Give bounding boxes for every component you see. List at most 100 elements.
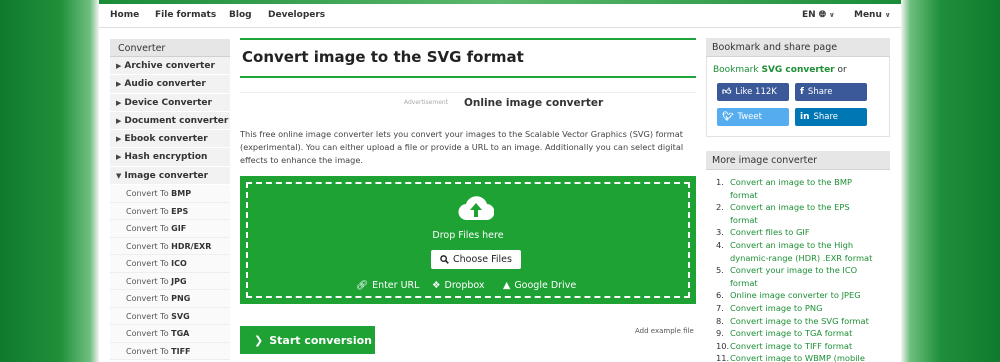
add-example-file-link[interactable]: Add example file <box>635 327 694 335</box>
more-converter-link[interactable]: Convert your image to the ICO format <box>730 264 857 289</box>
sidebar-item-label: Document converter <box>124 115 229 126</box>
sidebar-subitem-svg[interactable]: Convert To SVG <box>110 307 230 326</box>
sidebar-item-label: Hash encryption <box>124 152 208 163</box>
subitem-format: SVG <box>171 311 190 321</box>
more-converter-link[interactable]: Convert image to the SVG format <box>730 315 869 328</box>
bookmark-or: or <box>837 65 847 75</box>
chevron-down-icon: ∨ <box>829 11 835 19</box>
caret-right-icon: ▶ <box>116 62 122 70</box>
enter-url-button[interactable]: 🔗︎ Enter URL <box>356 280 419 291</box>
like-label: Like 112K <box>735 87 777 97</box>
twitter-tweet-button[interactable]: 🐦︎ Tweet <box>717 108 789 126</box>
sidebar-item-archive[interactable]: ▶ Archive converter <box>110 57 230 76</box>
link-line: Convert your image to the ICO <box>730 265 858 276</box>
language-selector[interactable]: EN 🌐︎ ∨ <box>802 10 835 20</box>
more-converter-item[interactable]: 11. Convert image to WBMP (mobile <box>716 352 886 362</box>
more-converter-item[interactable]: 5. Convert your image to the ICO format <box>716 264 886 289</box>
subitem-format: TIFF <box>171 346 191 356</box>
top-navigation: Home File formats Blog Developers EN 🌐︎ ∨… <box>99 4 901 28</box>
facebook-share-button[interactable]: f Share <box>795 83 867 101</box>
sidebar-item-label: Archive converter <box>124 61 215 71</box>
menu-label: Menu <box>854 10 882 20</box>
more-converter-link[interactable]: Convert an image to the High dynamic-rang… <box>730 239 872 264</box>
nav-home[interactable]: Home <box>110 10 139 20</box>
list-number: 2. <box>716 202 724 213</box>
more-converter-link[interactable]: Convert image to PNG <box>730 302 823 315</box>
sidebar-item-audio[interactable]: ▶ Audio converter <box>110 75 230 94</box>
subitem-prefix: Convert To <box>126 329 169 339</box>
more-converter-link[interactable]: Convert image to TIFF format <box>730 340 852 353</box>
list-number: 7. <box>716 302 724 313</box>
dropzone-border: Drop Files here Choose Files 🔗︎ Enter URL… <box>246 182 690 298</box>
upload-dropzone[interactable]: Drop Files here Choose Files 🔗︎ Enter URL… <box>240 176 696 304</box>
nav-developers[interactable]: Developers <box>268 10 325 20</box>
subitem-prefix: Convert To <box>126 276 169 286</box>
sidebar-item-label: Ebook converter <box>124 134 208 145</box>
sidebar-subitem-hdr[interactable]: Convert To HDR/EXR <box>110 237 230 256</box>
choose-files-button[interactable]: Choose Files <box>431 250 521 269</box>
more-converter-item[interactable]: 3. Convert files to GIF <box>716 226 886 239</box>
bookmark-converter-link[interactable]: SVG converter <box>761 65 834 75</box>
facebook-like-button[interactable]: 👍︎ Like 112K <box>717 83 789 101</box>
subitem-prefix: Convert To <box>126 346 169 356</box>
language-label: EN <box>802 10 816 20</box>
more-converter-link[interactable]: Convert files to GIF <box>730 226 810 239</box>
caret-right-icon: ▶ <box>116 80 122 89</box>
main-content: Convert image to the SVG format Advertis… <box>240 38 696 354</box>
sidebar-item-document[interactable]: ▶ Document converter <box>110 111 230 131</box>
list-number: 8. <box>716 315 724 326</box>
more-converter-item[interactable]: 9. Convert image to TGA format <box>716 327 886 340</box>
list-number: 6. <box>716 290 724 301</box>
menu-button[interactable]: Menu ∨ <box>854 10 891 20</box>
sidebar-subitem-bmp[interactable]: Convert To BMP <box>110 185 230 203</box>
more-converter-item[interactable]: 4. Convert an image to the High dynamic-ra… <box>716 239 886 264</box>
more-converter-link[interactable]: Convert an image to the BMP format <box>730 176 852 201</box>
link-line: Convert image to PNG <box>730 302 823 313</box>
bookmark-link[interactable]: Bookmark <box>713 65 759 75</box>
subitem-format: JPG <box>171 276 187 286</box>
more-converter-item[interactable]: 7. Convert image to PNG <box>716 302 886 315</box>
more-converter-link[interactable]: Convert image to WBMP (mobile <box>730 352 865 362</box>
search-icon <box>440 255 449 264</box>
sidebar-item-image[interactable]: ▼ Image converter <box>110 166 230 186</box>
sidebar-subitem-tga[interactable]: Convert To TGA <box>110 325 230 343</box>
dropbox-icon: ❖ <box>432 280 441 291</box>
sidebar-item-ebook[interactable]: ▶ Ebook converter <box>110 130 230 149</box>
more-converter-link[interactable]: Convert an image to the EPS format <box>730 201 850 226</box>
sidebar-subitem-gif[interactable]: Convert To GIF <box>110 220 230 238</box>
start-conversion-label: Start conversion <box>269 333 373 347</box>
more-converter-item[interactable]: 10. Convert image to TIFF format <box>716 340 886 353</box>
more-converter-item[interactable]: 6. Online image converter to JPEG <box>716 289 886 302</box>
dropbox-button[interactable]: ❖ Dropbox <box>432 280 485 291</box>
page-title: Convert image to the SVG format <box>242 48 524 66</box>
subitem-prefix: Convert To <box>126 206 169 216</box>
subitem-prefix: Convert To <box>126 311 169 321</box>
sidebar-subitem-jpg[interactable]: Convert To JPG <box>110 272 230 291</box>
title-box: Convert image to the SVG format <box>240 38 696 78</box>
sidebar-item-hash[interactable]: ▶ Hash encryption <box>110 148 230 167</box>
subitem-prefix: Convert To <box>126 259 169 269</box>
sidebar-subitem-tiff[interactable]: Convert To TIFF <box>110 342 230 361</box>
linkedin-share-button[interactable]: in Share <box>795 108 867 126</box>
drop-files-text: Drop Files here <box>432 230 504 241</box>
google-drive-button[interactable]: ▲ Google Drive <box>503 280 576 291</box>
start-conversion-button[interactable]: ❯ Start conversion <box>240 326 375 354</box>
twitter-icon: 🐦︎ <box>722 112 734 122</box>
sidebar-subitem-ico[interactable]: Convert To ICO <box>110 255 230 273</box>
bookmark-header: Bookmark and share page <box>706 38 890 57</box>
more-converter-link[interactable]: Online image converter to JPEG <box>730 289 861 302</box>
sidebar-item-device[interactable]: ▶ Device Converter <box>110 93 230 112</box>
nav-file-formats[interactable]: File formats <box>155 10 216 20</box>
enter-url-label: Enter URL <box>372 280 420 291</box>
sidebar-subitem-png[interactable]: Convert To PNG <box>110 290 230 308</box>
more-converter-item[interactable]: 2. Convert an image to the EPS format <box>716 201 886 226</box>
sidebar-subitem-eps[interactable]: Convert To EPS <box>110 202 230 221</box>
link-line: Convert files to GIF <box>730 227 810 238</box>
globe-icon: 🌐︎ <box>818 10 827 20</box>
more-converter-link[interactable]: Convert image to TGA format <box>730 327 852 340</box>
nav-blog[interactable]: Blog <box>229 10 252 20</box>
link-line: Convert an image to the High <box>730 239 854 250</box>
sidebar-item-label: Image converter <box>124 170 209 181</box>
more-converter-item[interactable]: 1. Convert an image to the BMP format <box>716 176 886 201</box>
more-converter-item[interactable]: 8. Convert image to the SVG format <box>716 315 886 328</box>
